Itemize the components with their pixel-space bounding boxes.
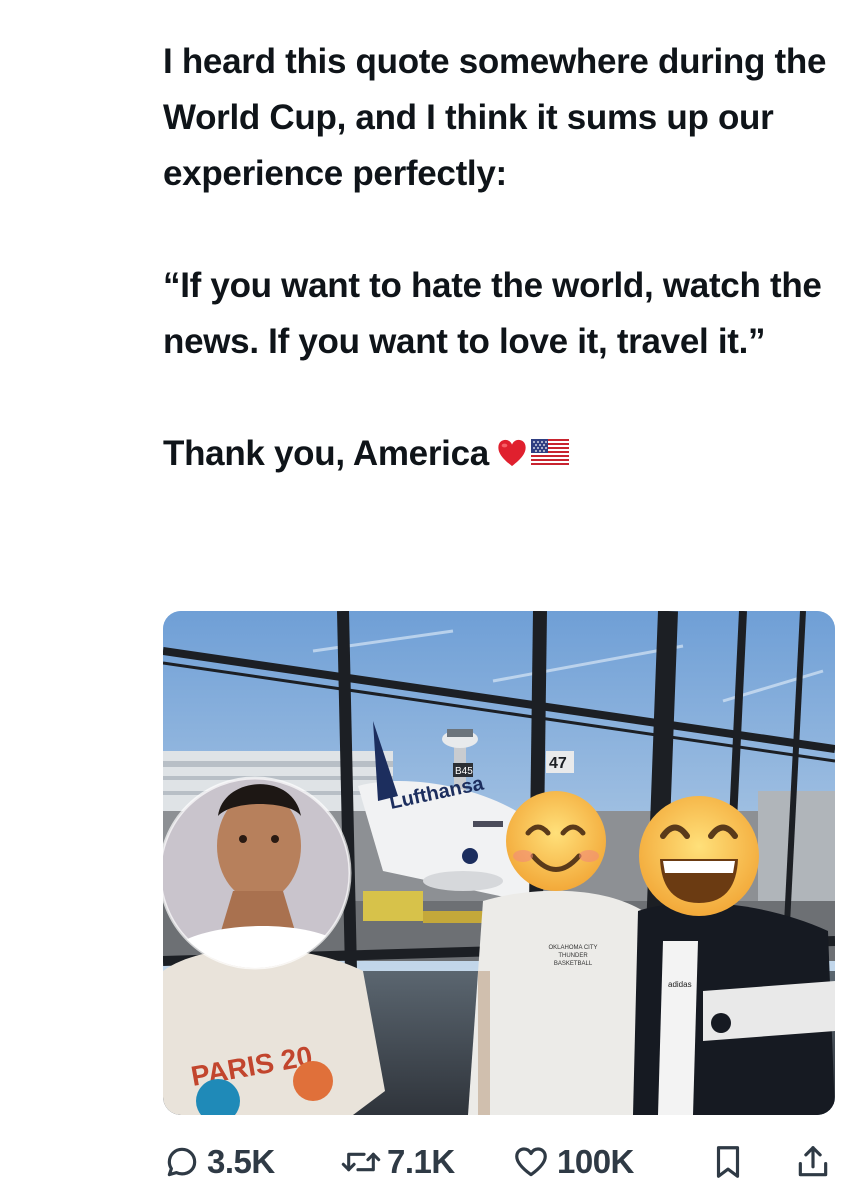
tweet-text: I heard this quote somewhere during the … bbox=[163, 34, 843, 482]
shirt-text-line-3: BASKETBALL bbox=[554, 961, 593, 967]
retweet-icon bbox=[341, 1152, 381, 1172]
bookmark-icon bbox=[716, 1146, 740, 1178]
shirt-text-line-2: THUNDER bbox=[558, 953, 588, 959]
heart-icon bbox=[515, 1147, 547, 1177]
jacket-brand-text: adidas bbox=[668, 980, 692, 989]
gate-sign-b45: B45 bbox=[455, 766, 473, 777]
bookmark-button[interactable] bbox=[711, 1138, 745, 1186]
tweet-closing-text: Thank you, America bbox=[163, 434, 489, 473]
like-count: 100K bbox=[557, 1143, 634, 1180]
middle-person-shirt bbox=[468, 890, 658, 1115]
tweet-paragraph-1: I heard this quote somewhere during the … bbox=[163, 42, 827, 193]
tweet-photo[interactable]: Lufthansa B45 47 PARIS 20 OKLAHOMA CITY … bbox=[163, 611, 835, 1115]
grinning-face-emoji-icon bbox=[639, 796, 759, 916]
like-button[interactable]: 100K bbox=[511, 1138, 634, 1186]
reply-count: 3.5K bbox=[207, 1143, 275, 1180]
smiling-face-emoji-icon bbox=[506, 791, 606, 891]
tweet-closing-line: Thank you, America bbox=[163, 426, 843, 482]
tweet-action-bar: 3.5K 7.1K 100K bbox=[163, 1138, 835, 1186]
shirt-text-line-1: OKLAHOMA CITY bbox=[548, 945, 597, 951]
share-icon bbox=[798, 1146, 828, 1177]
retweet-button[interactable]: 7.1K bbox=[341, 1138, 455, 1186]
retweet-count: 7.1K bbox=[387, 1143, 455, 1180]
photo-scene: Lufthansa B45 47 PARIS 20 OKLAHOMA CITY … bbox=[163, 611, 835, 1115]
reply-icon bbox=[167, 1147, 197, 1177]
tweet-quote: “If you want to hate the world, watch th… bbox=[163, 266, 822, 361]
red-heart-icon bbox=[498, 439, 526, 467]
gate-sign-47: 47 bbox=[549, 755, 567, 772]
us-flag-icon bbox=[530, 439, 569, 465]
share-button[interactable] bbox=[795, 1138, 831, 1186]
reply-button[interactable]: 3.5K bbox=[163, 1138, 275, 1186]
